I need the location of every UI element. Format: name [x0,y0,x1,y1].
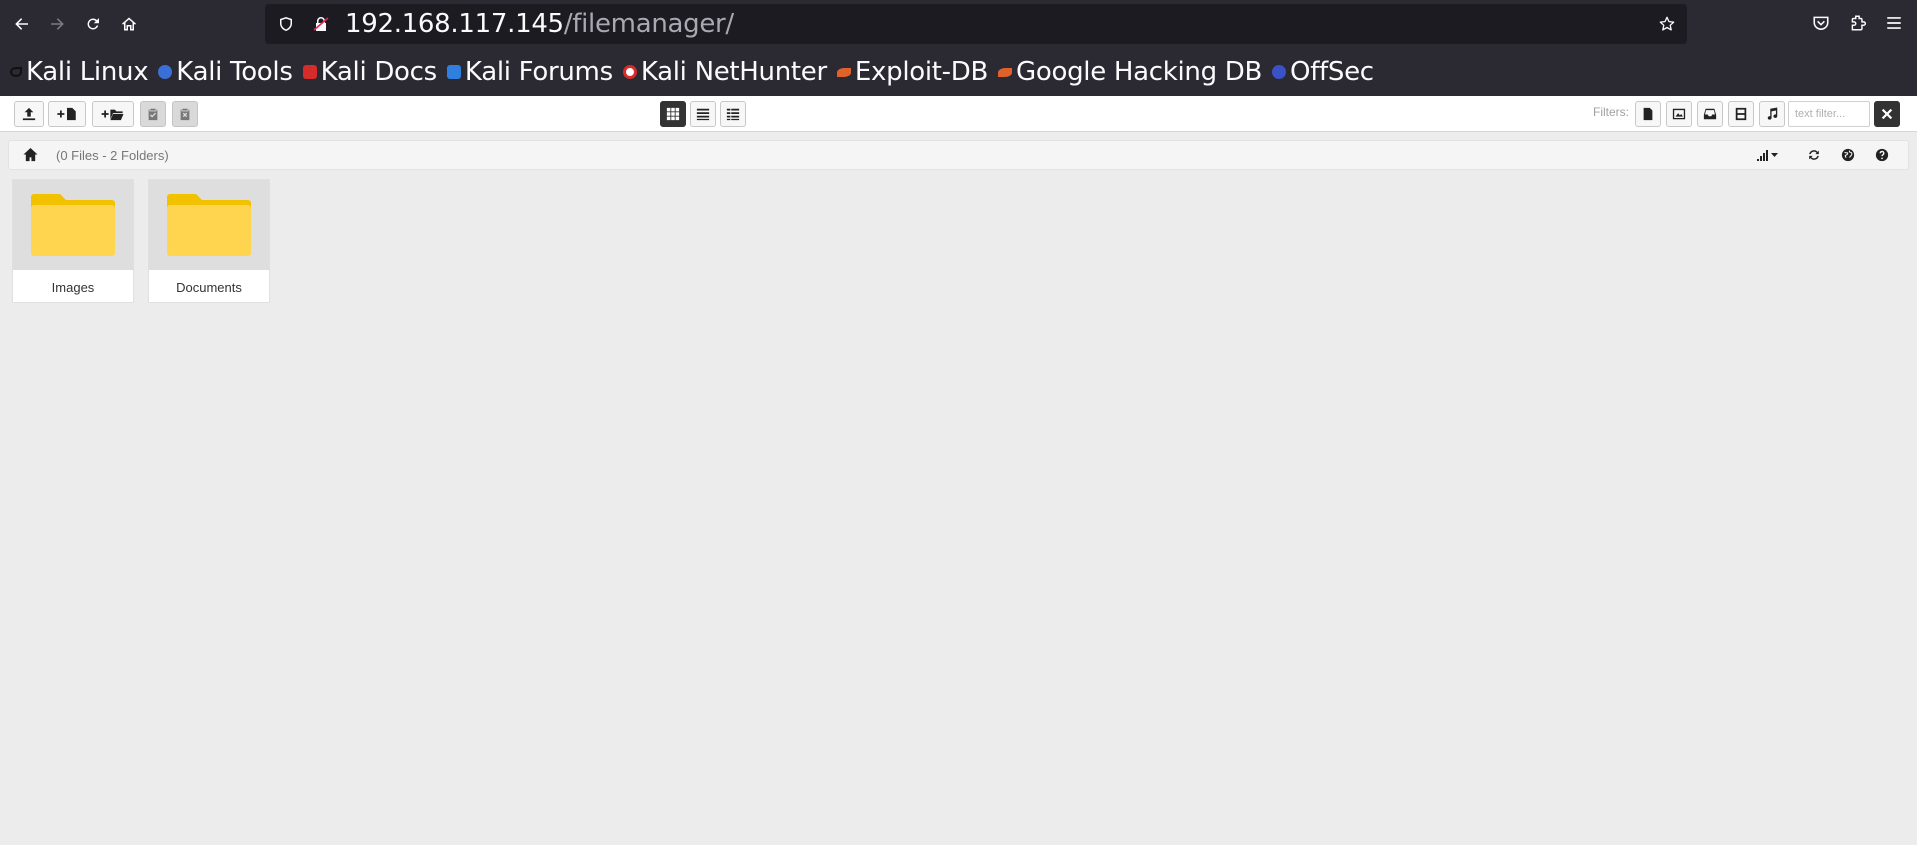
clear-filter-button[interactable] [1874,101,1900,127]
upload-icon [22,107,36,121]
bookmark-kali-nethunter[interactable]: Kali NetHunter [622,57,827,87]
kali-forums-icon [446,65,461,79]
text-filter-input[interactable] [1788,101,1870,127]
back-arrow-icon [15,18,28,30]
refresh-icon[interactable] [1807,148,1821,162]
filemanager-toolbar: Filters: [0,96,1917,132]
music-note-icon [1767,107,1778,120]
bookmark-kali-linux[interactable]: Kali Linux [10,57,149,87]
bookmark-exploit-db[interactable]: Exploit-DB [836,57,988,87]
view-boxes-button[interactable] [660,101,686,127]
folder-item-documents[interactable]: Documents [148,179,270,303]
menu-hamburger-icon[interactable] [1885,14,1903,32]
filter-file-button[interactable] [1635,101,1661,127]
filter-archive-button[interactable] [1697,101,1723,127]
bookmark-offsec[interactable]: OffSec [1272,57,1374,87]
forward-button[interactable] [43,10,71,38]
folder-summary: (0 Files - 2 Folders) [56,148,169,163]
url-path: /filemanager/ [563,9,734,39]
film-icon [1735,107,1747,121]
kali-dragon-icon [10,67,22,77]
back-button[interactable] [8,10,36,38]
filters-label: Filters: [1593,105,1629,119]
new-file-icon [57,107,76,121]
home-icon [122,17,136,31]
columns-view-icon [726,108,740,121]
folder-thumb [149,180,269,270]
browser-chrome: 192.168.117.145/filemanager/ Kali Linux … [0,0,1917,96]
clipboard-check-icon [148,108,158,121]
file-icon [1643,107,1653,121]
image-icon [1672,108,1686,120]
new-folder-button[interactable] [92,101,134,127]
exploit-db-icon [836,67,851,77]
upload-button[interactable] [14,101,44,127]
shield-icon[interactable] [278,16,294,32]
view-list-button[interactable] [690,101,716,127]
folder-icon [167,194,251,256]
filter-audio-button[interactable] [1759,101,1785,127]
bookmark-google-hacking-db[interactable]: Google Hacking DB [998,57,1262,87]
browser-navbar: 192.168.117.145/filemanager/ [0,0,1917,48]
folder-thumb [13,180,133,270]
url-bar[interactable]: 192.168.117.145/filemanager/ [265,4,1687,44]
extensions-icon[interactable] [1849,14,1867,32]
bookmark-kali-forums[interactable]: Kali Forums [446,57,613,87]
filter-video-button[interactable] [1728,101,1754,127]
list-view-icon [696,108,710,121]
folder-name: Documents [176,280,242,295]
url-text[interactable]: 192.168.117.145/filemanager/ [345,9,734,39]
paste-button[interactable] [140,101,166,127]
bookmarks-bar: Kali Linux Kali Tools Kali Docs Kali For… [0,52,1384,92]
reload-icon [87,18,99,30]
home-button[interactable] [115,10,143,38]
filter-image-button[interactable] [1666,101,1692,127]
reload-button[interactable] [79,10,107,38]
grid-view-icon [666,107,680,121]
help-icon[interactable] [1875,148,1889,162]
folder-name: Images [51,280,95,295]
language-globe-icon[interactable] [1841,148,1855,162]
view-columns-button[interactable] [720,101,746,127]
folder-item-images[interactable]: Images [12,179,134,303]
breadcrumb: (0 Files - 2 Folders) [8,140,1909,170]
bookmark-kali-docs[interactable]: Kali Docs [302,57,437,87]
nethunter-icon [622,65,637,79]
ghdb-icon [998,67,1013,77]
kali-docs-icon [302,65,317,79]
insecure-lock-icon[interactable] [313,16,329,32]
offsec-icon [1272,65,1287,79]
clear-clipboard-button[interactable] [172,101,198,127]
new-folder-icon [101,109,124,121]
bookmark-kali-tools[interactable]: Kali Tools [158,57,293,87]
sort-signal-icon[interactable] [1756,148,1780,162]
kali-tools-icon [158,65,173,79]
new-file-button[interactable] [48,101,86,127]
folder-icon [31,194,115,256]
url-host: 192.168.117.145 [345,9,564,39]
forward-arrow-icon [51,18,64,30]
clipboard-x-icon [180,108,190,121]
bookmark-star-icon[interactable] [1659,16,1675,32]
pocket-icon[interactable] [1812,14,1830,32]
archive-inbox-icon [1703,108,1717,120]
home-icon[interactable] [23,147,38,162]
close-icon [1881,108,1893,120]
